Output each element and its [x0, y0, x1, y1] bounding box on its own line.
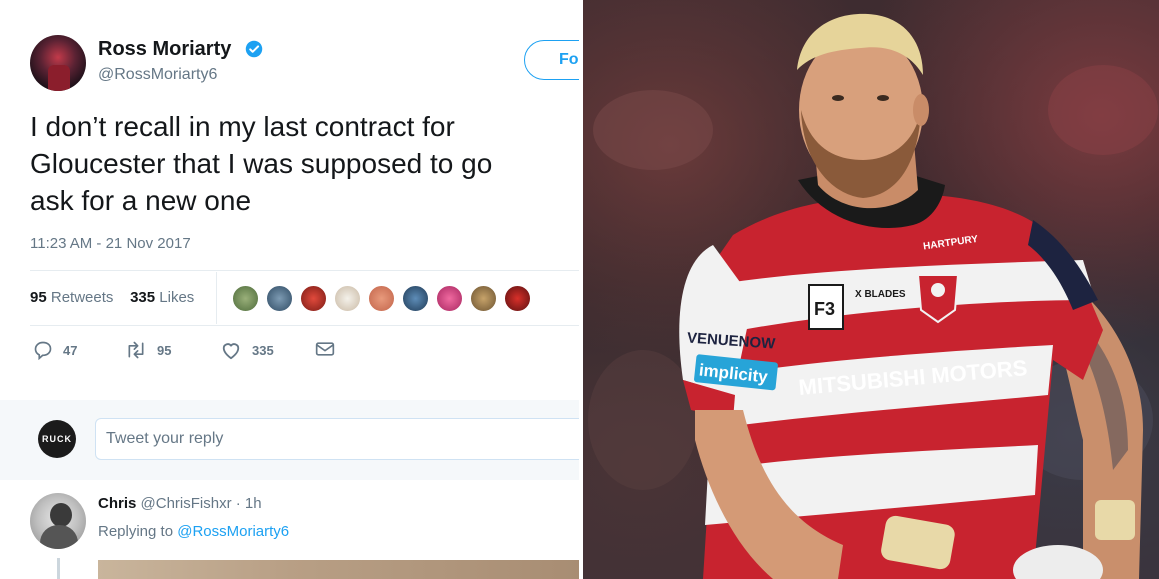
liker-avatar[interactable]	[334, 285, 361, 312]
liker-avatar[interactable]	[470, 285, 497, 312]
current-user-avatar[interactable]: RUCK	[38, 420, 76, 458]
author-avatar[interactable]	[30, 35, 86, 91]
divider	[30, 325, 579, 326]
liker-avatar[interactable]	[368, 285, 395, 312]
liker-avatar[interactable]	[266, 285, 293, 312]
liker-avatar[interactable]	[232, 285, 259, 312]
follow-button[interactable]: Fo	[524, 40, 579, 80]
author-handle[interactable]: @RossMoriarty6	[98, 66, 217, 84]
reply-author-avatar[interactable]	[30, 493, 86, 549]
engagement-stats: 95 Retweets 335 Likes	[30, 289, 194, 306]
reply-composer: RUCK	[0, 400, 579, 480]
tweet-timestamp[interactable]: 11:23 AM - 21 Nov 2017	[30, 235, 191, 252]
tweet-text-line: ask for a new one	[30, 185, 252, 216]
retweets-count[interactable]: 95	[30, 289, 47, 306]
reply-author-handle[interactable]: @ChrisFishxr	[141, 495, 232, 512]
liker-avatar[interactable]	[504, 285, 531, 312]
replying-to-link[interactable]: @RossMoriarty6	[177, 523, 289, 540]
envelope-icon	[315, 342, 335, 356]
replying-to-label: Replying to	[98, 523, 174, 540]
reply-author-name[interactable]: Chris	[98, 495, 136, 512]
tweet-card: Ross Moriarty @RossMoriarty6 Fo I don’t …	[0, 0, 579, 579]
verified-badge-icon	[245, 40, 263, 58]
reply-header: Chris @ChrisFishxr · 1h	[98, 495, 262, 512]
tweet-text: I don’t recall in my last contract for G…	[30, 108, 579, 219]
author-name[interactable]: Ross Moriarty	[98, 38, 231, 61]
replying-to: Replying to @RossMoriarty6	[98, 523, 289, 540]
like-count: 335	[252, 342, 274, 358]
stats-divider	[216, 272, 217, 324]
retweet-count: 95	[157, 342, 172, 358]
liker-avatar[interactable]	[300, 285, 327, 312]
kit-brand-text: X BLADES	[855, 289, 906, 300]
player-illustration: MITSUBISHI MOTORS implicity VENUENOW HAR…	[588, 13, 1158, 579]
divider	[30, 270, 579, 271]
retweet-icon	[128, 341, 144, 359]
heart-icon	[222, 343, 240, 360]
tweet-text-line: Gloucester that I was supposed to go	[30, 148, 493, 179]
direct-message-button[interactable]	[315, 340, 345, 358]
likes-count[interactable]: 335	[130, 289, 155, 306]
player-photo: MITSUBISHI MOTORS implicity VENUENOW HAR…	[583, 0, 1159, 579]
reply-input[interactable]	[95, 418, 579, 460]
reply-media-preview[interactable]	[98, 560, 579, 579]
liker-avatar[interactable]	[436, 285, 463, 312]
thread-line	[57, 558, 60, 579]
reply-time[interactable]: · 1h	[236, 495, 262, 512]
reply-count: 47	[63, 342, 78, 358]
shirt-number-text: F3	[814, 299, 835, 319]
retweets-label[interactable]: Retweets	[51, 289, 114, 306]
retweet-action-button[interactable]: 95	[125, 340, 171, 360]
like-action-button[interactable]: 335	[220, 340, 274, 360]
likes-label[interactable]: Likes	[159, 289, 194, 306]
liker-avatar[interactable]	[402, 285, 429, 312]
tweet-text-line: I don’t recall in my last contract for	[30, 111, 455, 142]
reply-action-button[interactable]: 47	[33, 340, 77, 360]
reply-icon	[34, 341, 52, 360]
